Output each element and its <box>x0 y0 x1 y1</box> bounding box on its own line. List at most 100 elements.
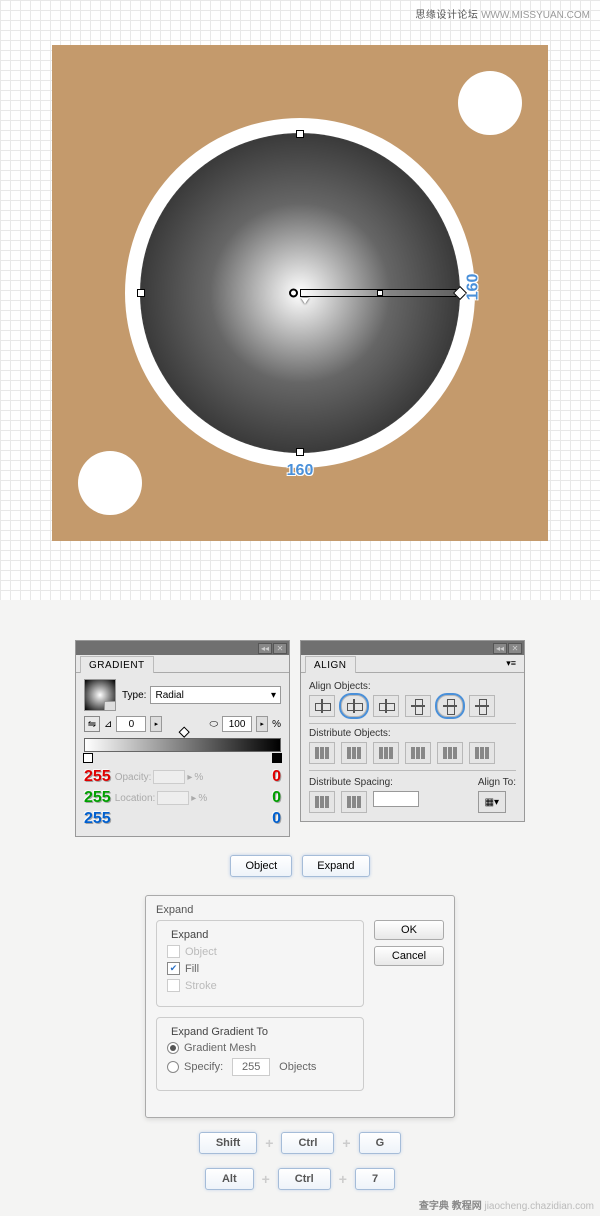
specify-suffix: Objects <box>279 1061 316 1073</box>
align-panel: ◂◂ ✕ ALIGN ▾≡ Align Objects: D <box>300 640 525 822</box>
radial-gradient-circle[interactable]: 160 160 <box>140 133 460 453</box>
percent-label: % <box>272 719 281 730</box>
rgb-right-b: 0 <box>259 810 281 828</box>
expand-fieldset: Expand Object ✔ Fill Stroke <box>156 920 364 1007</box>
object-checkbox <box>167 945 180 958</box>
dimension-height: 160 <box>465 273 483 300</box>
panel-close-icon[interactable]: ✕ <box>273 643 287 654</box>
align-bottom-icon[interactable] <box>469 695 495 717</box>
small-circle-bottom-left[interactable] <box>78 451 142 515</box>
aspect-input[interactable]: 100 <box>222 716 252 732</box>
gradient-midpoint-handle[interactable] <box>377 290 383 296</box>
ok-button[interactable]: OK <box>374 920 444 940</box>
anchor-left[interactable] <box>137 289 145 297</box>
type-label: Type: <box>122 690 146 701</box>
anchor-bottom[interactable] <box>296 448 304 456</box>
shortcut-row-2: Alt + Ctrl + 7 <box>20 1168 580 1190</box>
anchor-top[interactable] <box>296 130 304 138</box>
panel-collapse-icon[interactable]: ◂◂ <box>258 643 272 654</box>
distribute-vcenter-icon[interactable] <box>341 742 367 764</box>
action-buttons-row: Object Expand <box>20 855 580 877</box>
stroke-checkbox-label: Stroke <box>185 980 217 992</box>
specify-radio[interactable] <box>167 1061 179 1073</box>
key-ctrl: Ctrl <box>278 1168 331 1190</box>
watermark-top-url: WWW.MISSYUAN.COM <box>481 10 590 21</box>
expand-gradient-group-label: Expand Gradient To <box>167 1026 272 1038</box>
plus-icon: + <box>262 1171 270 1187</box>
distribute-left-icon[interactable] <box>405 742 431 764</box>
angle-input[interactable]: 0 <box>116 716 146 732</box>
small-circle-top-right[interactable] <box>458 71 522 135</box>
fill-checkbox-label: Fill <box>185 963 199 975</box>
gradient-stop-right[interactable] <box>272 753 282 763</box>
object-button[interactable]: Object <box>230 855 292 877</box>
rgb-right-r: 0 <box>259 768 281 786</box>
watermark-bot-cn: 查字典 教程网 <box>419 1201 482 1212</box>
gradient-origin-handle[interactable] <box>289 289 298 298</box>
align-tab[interactable]: ALIGN <box>305 656 356 673</box>
cancel-button[interactable]: Cancel <box>374 946 444 966</box>
distribute-spacing-v-icon[interactable] <box>309 791 335 813</box>
distribute-hcenter-icon[interactable] <box>437 742 463 764</box>
distribute-spacing-h-icon[interactable] <box>341 791 367 813</box>
key-g: G <box>359 1132 402 1154</box>
rgb-right-g: 0 <box>259 789 281 807</box>
distribute-bottom-icon[interactable] <box>373 742 399 764</box>
key-7: 7 <box>355 1168 395 1190</box>
stroke-checkbox <box>167 979 180 992</box>
gradient-type-select[interactable]: Radial ▾ <box>150 686 281 704</box>
align-right-icon[interactable] <box>373 695 399 717</box>
gradient-swatch-preview[interactable] <box>84 679 116 711</box>
chevron-down-icon: ▾ <box>271 690 276 701</box>
watermark-bot-url: jiaocheng.chazidian.com <box>484 1201 594 1212</box>
gradient-annotator[interactable] <box>300 289 460 297</box>
location-input[interactable] <box>157 791 189 805</box>
distribute-top-icon[interactable] <box>309 742 335 764</box>
panels-area: ◂◂ ✕ GRADIENT Type: Radial ▾ <box>0 600 600 1216</box>
specify-input[interactable]: 255 <box>232 1058 270 1076</box>
gradient-stop-left[interactable] <box>83 753 93 763</box>
align-left-icon[interactable] <box>309 695 335 717</box>
distribute-spacing-label: Distribute Spacing: <box>309 777 419 788</box>
expand-button[interactable]: Expand <box>302 855 369 877</box>
gradient-mesh-label: Gradient Mesh <box>184 1042 256 1054</box>
align-vertical-center-icon[interactable] <box>437 695 463 717</box>
dialog-title: Expand <box>156 904 444 916</box>
align-top-icon[interactable] <box>405 695 431 717</box>
angle-symbol: ⊿ <box>104 719 112 730</box>
angle-stepper[interactable]: ▸ <box>150 716 162 732</box>
panel-header: ◂◂ ✕ <box>301 641 524 655</box>
align-to-select[interactable]: ▦▾ <box>478 791 506 813</box>
opacity-input[interactable] <box>153 770 185 784</box>
plus-icon: + <box>265 1135 273 1151</box>
key-ctrl: Ctrl <box>281 1132 334 1154</box>
gradient-type-value: Radial <box>155 690 183 701</box>
gradient-panel: ◂◂ ✕ GRADIENT Type: Radial ▾ <box>75 640 290 837</box>
gradient-ramp[interactable] <box>84 738 281 752</box>
opacity-label: Opacity: <box>115 772 152 783</box>
artboard-square[interactable]: 160 160 <box>52 45 548 541</box>
distribute-right-icon[interactable] <box>469 742 495 764</box>
fill-checkbox[interactable]: ✔ <box>167 962 180 975</box>
aspect-stepper[interactable]: ▸ <box>256 716 268 732</box>
align-horizontal-center-icon[interactable] <box>341 695 367 717</box>
specify-label: Specify: <box>184 1061 223 1073</box>
key-shift: Shift <box>199 1132 257 1154</box>
reverse-gradient-icon[interactable]: ⇋ <box>84 716 100 732</box>
canvas-area: 思缘设计论坛 WWW.MISSYUAN.COM 160 160 <box>0 0 600 600</box>
rgb-left-r: 255 <box>84 768 111 786</box>
distribute-objects-label: Distribute Objects: <box>309 728 516 739</box>
watermark-top-cn: 思缘设计论坛 <box>415 10 478 21</box>
watermark-top: 思缘设计论坛 WWW.MISSYUAN.COM <box>415 6 590 21</box>
gradient-mesh-radio[interactable] <box>167 1042 179 1054</box>
spacing-input[interactable] <box>373 791 419 807</box>
align-objects-label: Align Objects: <box>309 681 516 692</box>
panel-collapse-icon[interactable]: ◂◂ <box>493 643 507 654</box>
panel-menu-icon[interactable]: ▾≡ <box>502 655 520 672</box>
gradient-stop-arrow[interactable] <box>301 298 309 304</box>
dimension-width: 160 <box>287 462 314 480</box>
aspect-icon: ⬭ <box>210 719 219 730</box>
gradient-tab[interactable]: GRADIENT <box>80 656 154 673</box>
plus-icon: + <box>342 1135 350 1151</box>
panel-close-icon[interactable]: ✕ <box>508 643 522 654</box>
